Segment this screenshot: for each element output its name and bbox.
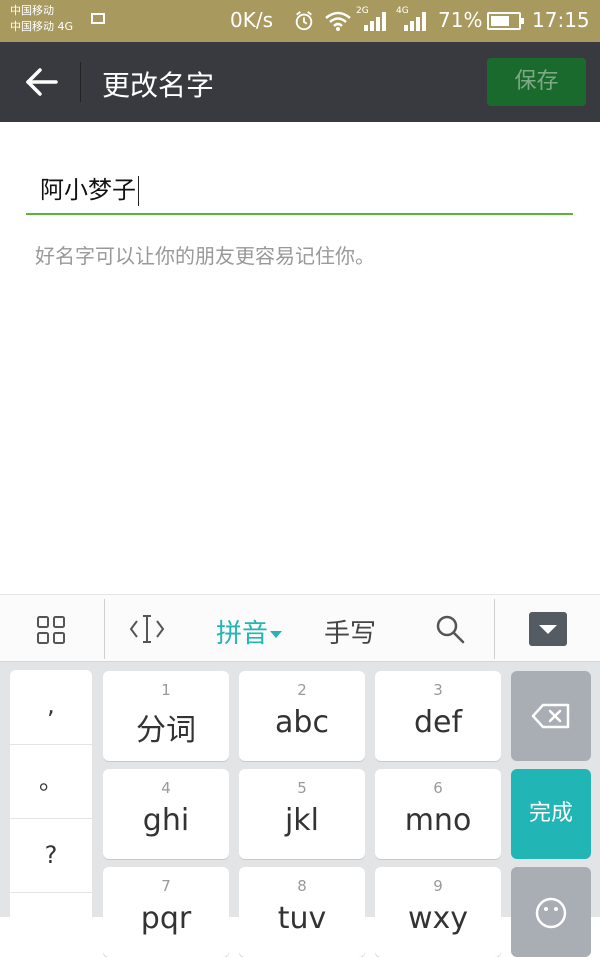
title-divider: [80, 62, 81, 102]
name-input-underline: [26, 213, 573, 215]
carrier-line-1: 中国移动: [10, 4, 54, 17]
battery-fill: [491, 16, 509, 26]
grid-icon[interactable]: [36, 615, 66, 645]
punctuation-column: , 。 ?: [10, 670, 92, 930]
backspace-key[interactable]: [511, 671, 591, 761]
name-input[interactable]: 阿小梦子: [40, 170, 560, 210]
backspace-icon: [531, 703, 570, 729]
pinyin-mode[interactable]: 拼音: [216, 613, 283, 650]
signal-2g-icon: [364, 12, 386, 31]
title-bar: 更改名字 保存: [0, 42, 600, 122]
battery-icon: [487, 12, 524, 30]
clock-time: 17:15: [532, 8, 590, 32]
key-4[interactable]: 4 ghi: [103, 769, 229, 859]
key-8[interactable]: 8 tuv: [239, 867, 365, 957]
network-speed: 0K/s: [230, 8, 273, 32]
sim-card-icon: [91, 13, 105, 24]
handwrite-mode[interactable]: 手写: [324, 613, 376, 650]
back-arrow-icon[interactable]: [20, 62, 64, 102]
battery-percent: 71%: [438, 8, 483, 32]
key-7[interactable]: 7 pqr: [103, 867, 229, 957]
name-hint-text: 好名字可以让你的朋友更容易记住你。: [35, 244, 375, 268]
keyboard: , 。 ? 1 分词 2 abc 3 def 4 ghi 5 jkl 6 mno…: [0, 662, 600, 957]
pinyin-dropdown-icon: [270, 631, 283, 638]
punct-comma[interactable]: ,: [10, 670, 92, 745]
carrier-line-2: 中国移动 4G: [10, 20, 74, 33]
key-5[interactable]: 5 jkl: [239, 769, 365, 859]
cursor-icon[interactable]: [128, 613, 166, 645]
status-bar: 中国移动 中国移动 4G 0K/s 2G 4G 71% 17:15: [0, 0, 600, 42]
save-button[interactable]: 保存: [487, 58, 586, 106]
key-2[interactable]: 2 abc: [239, 671, 365, 761]
emoji-key[interactable]: [511, 867, 591, 957]
carrier-info: 中国移动 中国移动 4G: [10, 3, 73, 35]
done-button[interactable]: 完成: [511, 769, 591, 859]
emoji-icon: [535, 897, 567, 929]
punct-period[interactable]: 。: [10, 744, 92, 819]
search-icon[interactable]: [434, 613, 466, 645]
signal-4g-icon: [404, 12, 426, 31]
key-1[interactable]: 1 分词: [103, 671, 229, 761]
key-6[interactable]: 6 mno: [375, 769, 501, 859]
pinyin-label: 拼音: [216, 619, 269, 649]
keyboard-toolbar: 拼音 手写: [0, 594, 600, 662]
punct-question[interactable]: ?: [10, 818, 92, 893]
page-title: 更改名字: [102, 69, 215, 102]
name-input-value: 阿小梦子: [40, 176, 136, 204]
key-3[interactable]: 3 def: [375, 671, 501, 761]
text-caret: [138, 176, 139, 206]
hide-keyboard-icon[interactable]: [528, 611, 568, 647]
wifi-icon: [325, 11, 351, 31]
key-9[interactable]: 9 wxy: [375, 867, 501, 957]
alarm-clock-icon: [295, 11, 313, 31]
